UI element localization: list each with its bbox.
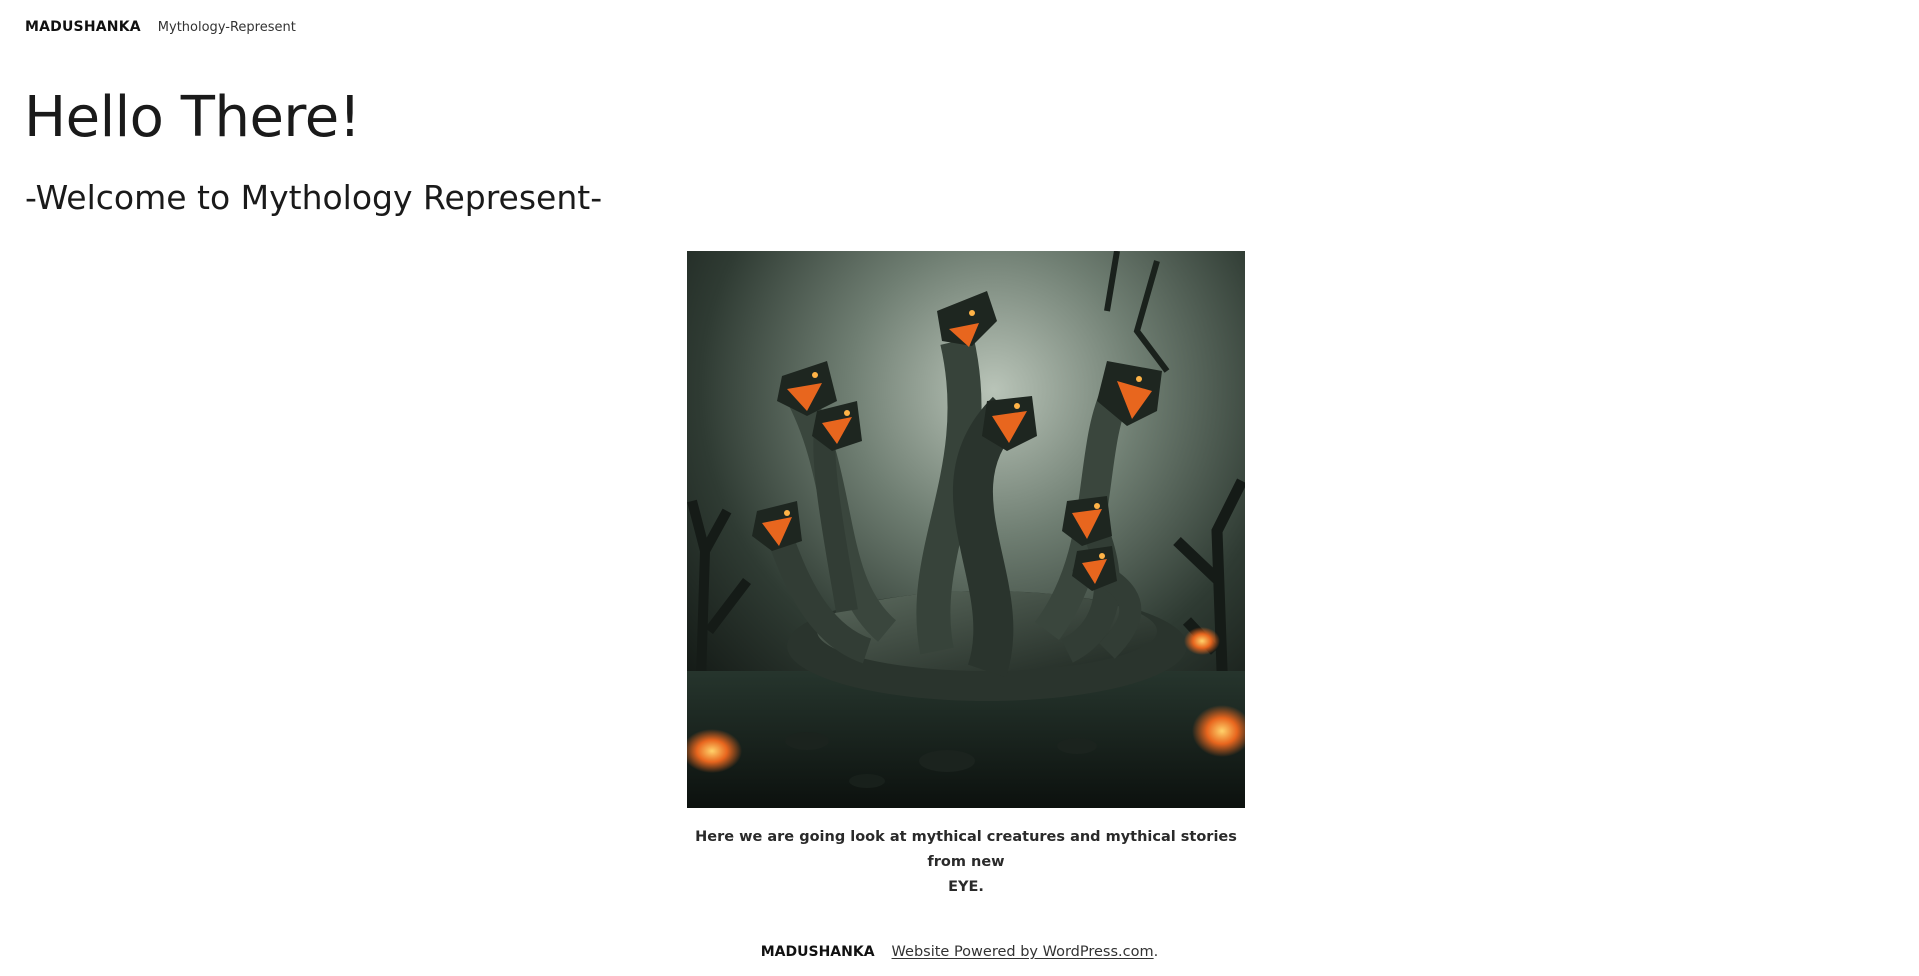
figure-caption: Here we are going look at mythical creat… [687,825,1245,900]
wordpress-link[interactable]: Website Powered by WordPress.com [892,944,1154,960]
site-tagline: Mythology-Represent [157,20,296,35]
site-header: MADUSHANKA Mythology-Represent [25,19,296,35]
hydra-image [687,251,1245,808]
page-title: Hello There! [24,85,361,150]
caption-line-1: Here we are going look at mythical creat… [695,829,1237,870]
site-footer: MADUSHANKA Website Powered by WordPress.… [0,944,1919,960]
caption-line-2: EYE. [948,879,984,895]
site-title-link[interactable]: MADUSHANKA [25,19,141,35]
page-subtitle: -Welcome to Mythology Represent- [25,178,603,217]
hydra-figure: Here we are going look at mythical creat… [687,251,1245,900]
footer-site-title[interactable]: MADUSHANKA [761,944,875,960]
page: MADUSHANKA Mythology-Represent Hello The… [0,0,1919,976]
footer-period: . [1153,944,1159,960]
